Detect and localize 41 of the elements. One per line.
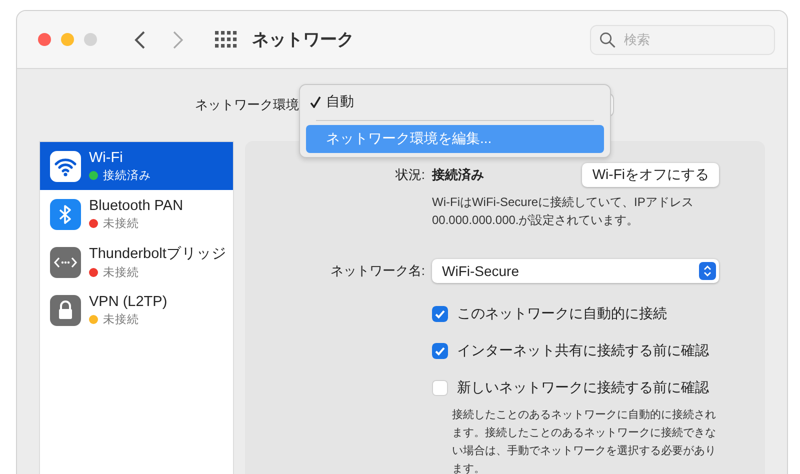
option-note: 接続したことのあるネットワークに自動的に接続されます。接続したことのあるネットワークに接続できない場合は、手動でネットワークを選択する必要があります。	[452, 408, 717, 474]
service-status: 未接続	[103, 216, 139, 230]
service-item[interactable]: Thunderboltブリッジ 未接続	[40, 238, 233, 286]
checkbox-label: 新しいネットワークに接続する前に確認	[457, 379, 709, 397]
network-name-label: ネットワーク名:	[329, 262, 425, 280]
lock-icon	[50, 294, 81, 326]
bluetooth-icon	[50, 198, 81, 230]
service-status: 未接続	[103, 266, 139, 280]
search-field[interactable]: 検索	[590, 24, 775, 54]
wifi-icon	[50, 150, 81, 182]
service-item[interactable]: Wi-Fi 接続済み	[40, 142, 233, 190]
wifi-off-button[interactable]: Wi-Fiをオフにする	[582, 163, 719, 187]
service-status: 接続済み	[103, 168, 151, 182]
checkbox[interactable]	[432, 343, 448, 359]
service-item[interactable]: VPN (L2TP) 未接続	[40, 286, 233, 334]
status-label: 状況:	[394, 166, 425, 184]
checkbox-label: インターネット共有に接続する前に確認	[457, 342, 709, 360]
service-status: 未接続	[103, 312, 139, 326]
back-icon[interactable]	[133, 30, 147, 50]
service-name: VPN (L2TP)	[89, 294, 168, 310]
search-icon	[599, 30, 616, 50]
status-description: Wi-FiはWiFi-Secureに接続していて、IPアドレス00.000.000.000.が設定されています。	[432, 194, 694, 229]
close-button[interactable]	[38, 33, 51, 46]
checkbox[interactable]	[432, 306, 448, 322]
service-item[interactable]: Bluetooth PAN 未接続	[40, 190, 233, 238]
service-name: Wi-Fi	[89, 150, 124, 166]
service-name: Bluetooth PAN	[89, 198, 184, 214]
network-name-select[interactable]: WiFi-Secure	[432, 259, 719, 283]
menu-item[interactable]: 自動	[306, 88, 604, 116]
location-label: ネットワーク環境	[194, 96, 299, 114]
grid-icon[interactable]	[215, 30, 237, 48]
connector-icon	[50, 246, 81, 278]
status-value: 接続済み	[432, 166, 484, 184]
minimize-button[interactable]	[61, 33, 74, 46]
forward-icon[interactable]	[171, 30, 185, 50]
search-input[interactable]: 検索	[622, 31, 766, 48]
stepper-icon	[699, 262, 716, 280]
checkbox-label: このネットワークに自動的に接続	[457, 305, 667, 323]
window-title: ネットワーク	[252, 29, 354, 51]
service-name: Thunderboltブリッジ	[89, 245, 226, 263]
checkbox[interactable]	[432, 380, 448, 396]
